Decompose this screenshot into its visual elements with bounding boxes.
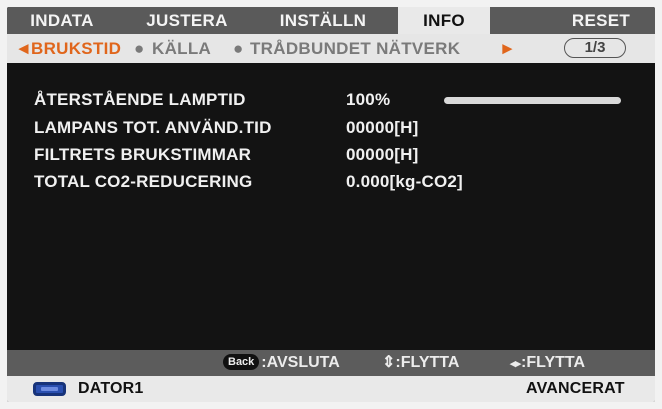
help-bar: Back:AVSLUTA ⇕:FLYTTA ◂▸:FLYTTA [7,350,655,376]
sub-navigation: ◄ BRUKSTID ● KÄLLA ● TRÅDBUNDET NÄTVERK … [7,34,655,63]
lamp-life-fill [444,97,621,104]
separator-dot-icon: ● [233,39,244,58]
input-source-label: DATOR1 [78,380,144,397]
info-value-co2: 0.000[kg-CO2] [346,172,463,191]
tab-info[interactable]: INFO [398,7,490,34]
right-arrow-icon[interactable]: ► [499,34,516,63]
info-label-lamp-total: LAMPANS TOT. ANVÄND.TID [34,118,272,137]
lamp-life-bar [444,97,621,104]
subnav-item-tradbundet-natverk[interactable]: TRÅDBUNDET NÄTVERK [250,34,460,63]
info-label-lamptid: ÅTERSTÅENDE LAMPTID [34,90,246,109]
subnav-item-kalla[interactable]: KÄLLA [152,34,211,63]
projector-menu: INDATA JUSTERA INSTÄLLN INFO RESET ◄ BRU… [7,7,655,402]
tab-justera[interactable]: JUSTERA [132,7,242,34]
info-value-lamp-total: 00000[H] [346,118,419,137]
status-bar: DATOR1 AVANCERAT [7,376,655,402]
monitor-icon [33,382,66,396]
info-label-co2: TOTAL CO2-REDUCERING [34,172,253,191]
info-value-lamptid: 100% [346,90,391,109]
subnav-item-brukstid[interactable]: BRUKSTID [31,34,121,63]
help-exit-label: :AVSLUTA [261,354,340,371]
tab-installn[interactable]: INSTÄLLN [265,7,381,34]
up-down-icon: ⇕ [382,354,396,371]
info-value-filter-hours: 00000[H] [346,145,419,164]
left-right-icon: ◂▸ [510,358,522,370]
menu-mode-label: AVANCERAT [526,380,625,397]
menu-tab-bar: INDATA JUSTERA INSTÄLLN INFO RESET [7,7,655,34]
page-indicator: 1/3 [564,38,626,58]
left-arrow-icon[interactable]: ◄ [15,34,32,63]
help-move-vertical-label: :FLYTTA [395,354,460,371]
back-key-icon: Back [223,354,260,370]
info-label-filter-hours: FILTRETS BRUKSTIMMAR [34,145,252,164]
help-move-horizontal-label: :FLYTTA [521,354,586,371]
separator-dot-icon: ● [134,39,145,58]
tab-indata[interactable]: INDATA [7,7,117,34]
tab-reset[interactable]: RESET [555,7,647,34]
